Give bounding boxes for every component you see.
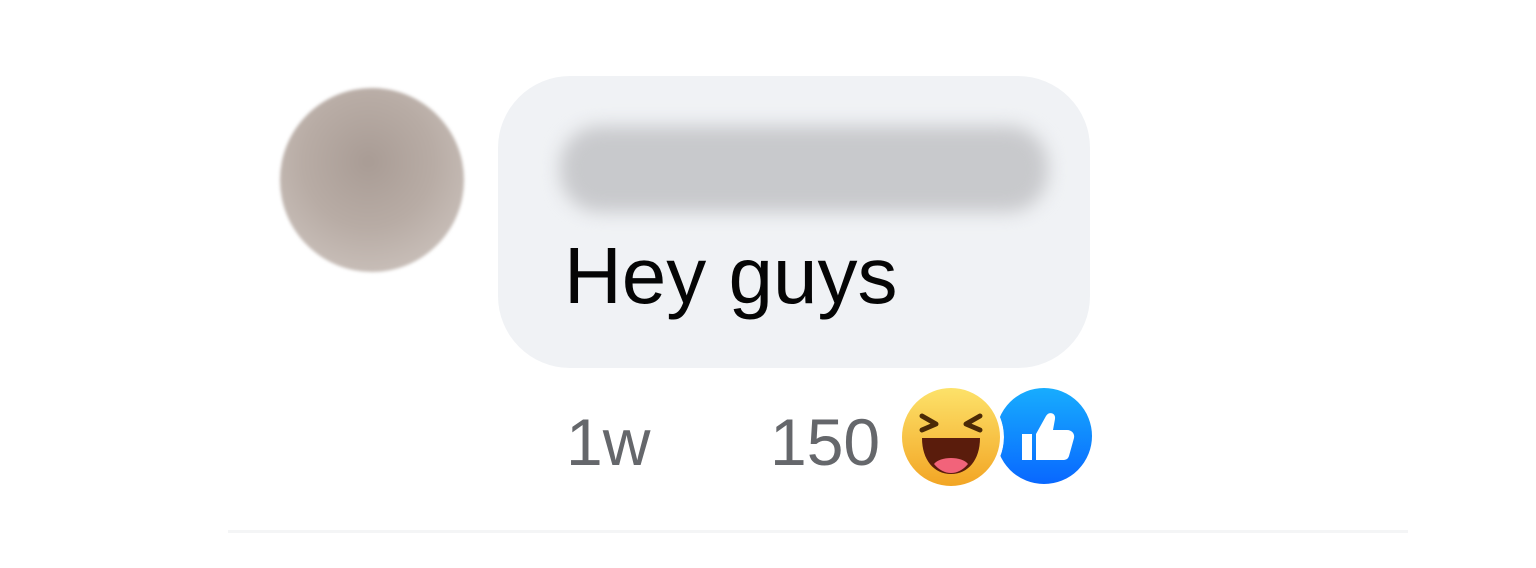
divider: [228, 530, 1408, 533]
avatar[interactable]: [280, 88, 464, 272]
comment-text: Hey guys: [564, 231, 898, 320]
reactions-summary[interactable]: [898, 384, 1098, 490]
haha-reaction-icon: [898, 384, 1004, 490]
author-name[interactable]: [560, 126, 1048, 212]
timestamp[interactable]: 1w: [566, 400, 650, 484]
comment-bubble: [498, 76, 1090, 368]
reaction-count[interactable]: 150: [770, 400, 880, 484]
like-reaction-icon: [992, 384, 1096, 488]
